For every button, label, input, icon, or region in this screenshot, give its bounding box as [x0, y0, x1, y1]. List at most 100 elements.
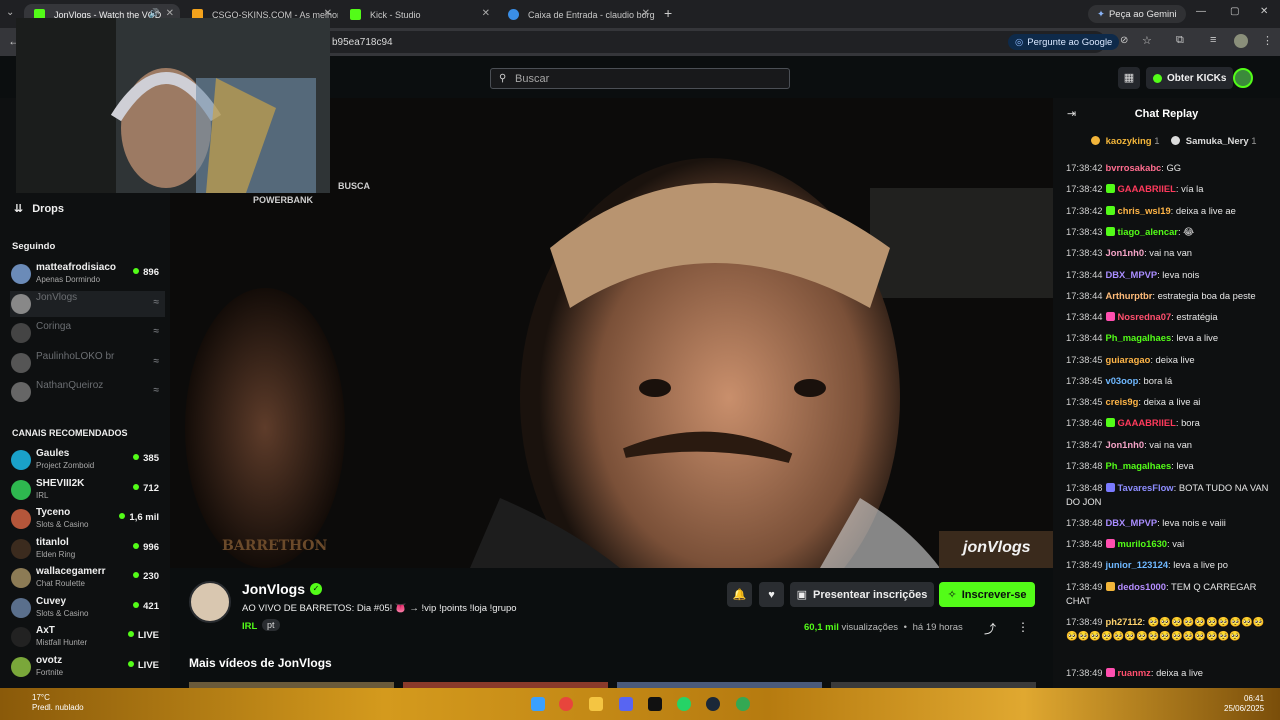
chat-username[interactable]: DBX_MPVP — [1106, 517, 1158, 528]
sidebar-channel-item[interactable]: Cuvey Slots & Casino 421 — [10, 595, 165, 621]
close-window-button[interactable]: ✕ — [1260, 6, 1268, 17]
chat-username[interactable]: junior_123124 — [1106, 559, 1169, 570]
chat-message: 17:38:47 Jon1nh0: vai na van — [1066, 439, 1193, 450]
chat-username[interactable]: TavaresFlow — [1118, 482, 1174, 493]
chat-username[interactable]: GAAABRIIEL — [1118, 183, 1176, 194]
whatsapp-icon[interactable] — [677, 697, 691, 711]
chat-username[interactable]: ph27112 — [1106, 616, 1143, 627]
following-heading: Seguindo — [12, 241, 56, 252]
get-kicks-button[interactable]: Obter KICKs — [1146, 67, 1234, 89]
ask-google-button[interactable]: ◎ Pergunte ao Google — [1008, 34, 1120, 50]
viewer-count: 385 — [133, 453, 159, 464]
chat-username[interactable]: ruanmz — [1118, 667, 1151, 678]
chat-username[interactable]: DBX_MPVP — [1106, 269, 1158, 280]
gift-subs-button[interactable]: ▣ Presentear inscrições — [790, 582, 934, 607]
search-input[interactable]: ⚲ Buscar — [490, 68, 790, 89]
media-icon[interactable]: ≡ — [1210, 34, 1216, 46]
chat-username[interactable]: murilo1630 — [1118, 538, 1168, 549]
tab-label: Caixa de Entrada - claudio borg — [528, 10, 655, 20]
sidebar-channel-item[interactable]: SHEVIII2K IRL 712 — [10, 477, 165, 503]
close-tab-icon[interactable]: ✕ — [642, 8, 650, 19]
menu-icon[interactable]: ⋮ — [1262, 34, 1273, 47]
new-tab-button[interactable]: + — [664, 5, 672, 21]
mail-favicon-icon — [508, 9, 519, 20]
more-options-icon[interactable]: ⋮ — [1017, 620, 1029, 634]
chat-username[interactable]: Jon1nh0 — [1106, 439, 1145, 450]
sidebar-channel-item[interactable]: PaulinhoLOKO br ≈ — [10, 350, 165, 376]
capcut-icon[interactable] — [648, 697, 662, 711]
category-tag[interactable]: IRL — [242, 621, 257, 632]
chat-username[interactable]: Ph_magalhaes — [1106, 332, 1172, 343]
layout-icon[interactable]: ▦ — [1118, 67, 1140, 89]
chat-username[interactable]: creis9g — [1106, 396, 1139, 407]
viewer-count: ≈ — [153, 326, 160, 337]
gifter-name[interactable]: Samuka_Nery — [1186, 136, 1249, 147]
maximize-button[interactable]: ▢ — [1230, 6, 1239, 17]
subscribe-button[interactable]: ✧ Inscrever-se — [939, 582, 1035, 607]
gemini-button[interactable]: ✦ Peça ao Gemini — [1088, 5, 1186, 23]
chat-timestamp: 17:38:49 — [1066, 581, 1103, 592]
sidebar-channel-item[interactable]: titanlol Elden Ring 996 — [10, 536, 165, 562]
extensions-icon[interactable]: ⧉ — [1176, 34, 1184, 47]
views-number: 60,1 mil — [804, 622, 839, 633]
chrome-alt-icon[interactable] — [736, 697, 750, 711]
user-avatar[interactable] — [1233, 68, 1253, 88]
chat-username[interactable]: dedos1000 — [1118, 581, 1166, 592]
drops-item[interactable]: ⇊ Drops — [14, 202, 64, 215]
avatar — [11, 538, 31, 559]
sidebar-channel-item[interactable]: matteafrodisiaco Apenas Dormindo 896 — [10, 261, 165, 287]
channel-name[interactable]: JonVlogs — [242, 581, 305, 597]
sidebar-channel-item[interactable]: Gaules Project Zomboid 385 — [10, 447, 165, 473]
chat-username[interactable]: v03oop — [1106, 375, 1139, 386]
user-badge-icon — [1105, 668, 1115, 677]
gift-icon: ▣ — [796, 589, 808, 601]
share-icon[interactable]: ⤴ — [984, 620, 996, 637]
chat-text: estrategia boa da peste — [1157, 290, 1256, 301]
star-icon[interactable]: ☆ — [1142, 34, 1152, 47]
clock[interactable]: 06:41 25/06/2025 — [1224, 694, 1264, 714]
tab-kick-studio[interactable]: Kick - Studio ✕ — [340, 4, 496, 26]
weather-widget[interactable]: 17°C Predl. nublado — [32, 693, 84, 713]
start-icon[interactable] — [531, 697, 545, 711]
avatar — [11, 323, 31, 343]
eye-off-icon[interactable]: ⊘ — [1120, 35, 1128, 46]
channel-avatar[interactable] — [189, 581, 231, 623]
jonvlogs-watermark-text: jonVlogs — [963, 539, 1031, 556]
discord-icon[interactable] — [619, 697, 633, 711]
avatar — [11, 627, 31, 647]
sidebar-channel-item[interactable]: wallacegamerr Chat Roulette 230 — [10, 565, 165, 591]
sidebar-channel-item[interactable]: AxT Mistfall Hunter LIVE — [10, 624, 165, 650]
chat-username[interactable]: Arthurptbr — [1106, 290, 1153, 301]
chat-message: 17:38:48 murilo1630: vai — [1066, 538, 1185, 549]
follow-heart-button[interactable]: ♥ — [759, 582, 784, 607]
chat-text: deixa a live — [1156, 667, 1203, 678]
sidebar-channel-item[interactable]: NathanQueiroz ≈ — [10, 379, 165, 405]
chat-username[interactable]: Nosredna07 — [1118, 311, 1172, 322]
sidebar-channel-item[interactable]: Coringa ≈ — [10, 320, 165, 346]
notify-bell-button[interactable]: 🔔 — [727, 582, 752, 607]
minimize-button[interactable]: — — [1196, 6, 1206, 17]
sidebar-channel-item[interactable]: Tyceno Slots & Casino 1,6 mil — [10, 506, 165, 532]
get-kicks-label: Obter KICKs — [1167, 72, 1227, 84]
sidebar-channel-item[interactable]: JonVlogs ≈ — [10, 290, 165, 317]
chat-username[interactable]: tiago_alencar — [1118, 226, 1178, 237]
chat-username[interactable]: Ph_magalhaes — [1106, 460, 1172, 471]
chat-username[interactable]: chris_wsl19 — [1118, 205, 1171, 216]
chat-username[interactable]: GAAABRIIEL — [1118, 417, 1176, 428]
gifter-name[interactable]: kaozyking — [1106, 136, 1152, 147]
chat-username[interactable]: guiaragao — [1106, 354, 1151, 365]
profile-icon[interactable] — [1234, 34, 1248, 48]
sidebar-channel-item[interactable]: ovotz Fortnite LIVE — [10, 654, 165, 680]
steam-icon[interactable] — [706, 697, 720, 711]
chat-text: deixa live — [1155, 354, 1195, 365]
chrome-icon[interactable] — [559, 697, 573, 711]
chat-username[interactable]: bvrrosakabc — [1106, 162, 1162, 173]
chat-username[interactable]: Jon1nh0 — [1106, 247, 1145, 258]
close-tab-icon[interactable]: ✕ — [482, 8, 490, 19]
channel-category: Slots & Casino — [36, 520, 89, 529]
tab-inbox[interactable]: Caixa de Entrada - claudio borg ✕ — [498, 4, 656, 26]
language-tag[interactable]: pt — [262, 619, 280, 631]
avatar — [11, 509, 31, 529]
chat-timestamp: 17:38:44 — [1066, 311, 1103, 322]
explorer-icon[interactable] — [589, 697, 603, 711]
